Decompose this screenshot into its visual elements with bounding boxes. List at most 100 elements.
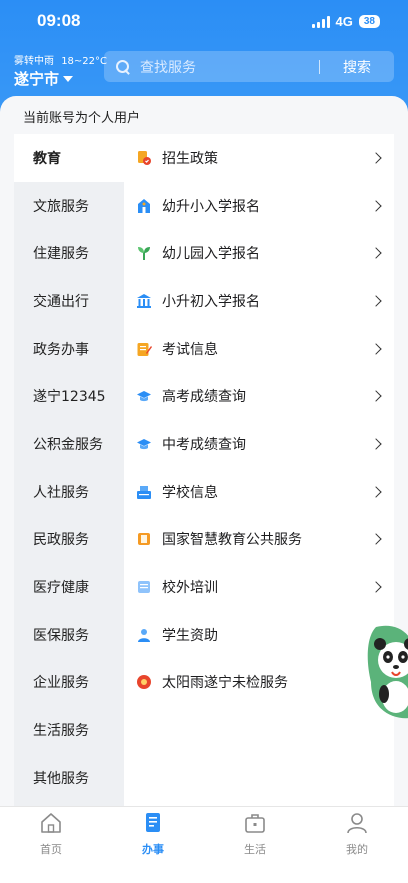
sidebar-item-label: 教育 — [33, 150, 61, 167]
sidebar-item-label: 民政服务 — [33, 532, 89, 549]
sidebar-item-enterprise[interactable]: 企业服务 — [14, 659, 124, 707]
admission-policy-icon — [136, 150, 152, 166]
service-item-zhongkao-score[interactable]: 中考成绩查询 — [124, 420, 394, 468]
service-doc-icon — [141, 812, 165, 838]
service-label: 中考成绩查询 — [162, 436, 246, 453]
sidebar-item-label: 医保服务 — [33, 627, 89, 644]
graduation-cap-icon — [136, 388, 152, 404]
exam-note-icon — [136, 341, 152, 357]
weather-condition: 雾转中雨 — [14, 56, 54, 67]
service-item-primary-enrollment[interactable]: 幼升小入学报名 — [124, 182, 394, 230]
sidebar-item-label: 医疗健康 — [33, 580, 89, 597]
sidebar-item-label: 企业服务 — [33, 675, 89, 692]
sidebar-item-housing-fund[interactable]: 公积金服务 — [14, 420, 124, 468]
sidebar-item-label: 人社服务 — [33, 484, 89, 501]
service-item-student-aid[interactable]: 学生资助 — [124, 611, 394, 659]
tab-label: 办事 — [142, 843, 164, 856]
sidebar-item-civil-affairs[interactable]: 民政服务 — [14, 516, 124, 564]
weather-temperature: 18~22°C — [61, 56, 107, 67]
service-label: 国家智慧教育公共服务 — [162, 532, 302, 549]
sidebar-item-education[interactable]: 教育 — [14, 134, 124, 182]
signal-icon — [311, 15, 330, 28]
service-item-smart-education[interactable]: 国家智慧教育公共服务 — [124, 516, 394, 564]
sidebar-item-label: 政务办事 — [33, 341, 89, 358]
battery-icon: 38 — [358, 15, 380, 28]
service-item-kindergarten-enrollment[interactable]: 幼儿园入学报名 — [124, 229, 394, 277]
service-label: 学生资助 — [162, 627, 218, 644]
caret-down-icon — [63, 75, 74, 82]
service-item-admission-policy[interactable]: 招生政策 — [124, 134, 394, 182]
tab-home[interactable]: 首页 — [0, 807, 102, 883]
service-item-gaokao-score[interactable]: 高考成绩查询 — [124, 372, 394, 420]
tab-label: 首页 — [40, 843, 62, 856]
sidebar-item-life[interactable]: 生活服务 — [14, 706, 124, 754]
sidebar-item-housing[interactable]: 住建服务 — [14, 229, 124, 277]
sidebar-item-transport[interactable]: 交通出行 — [14, 277, 124, 325]
panda-mascot-icon[interactable] — [366, 622, 408, 722]
status-bar: 09:08 4G 38 — [0, 0, 408, 46]
training-icon — [136, 579, 152, 595]
category-sidebar: 教育 文旅服务 住建服务 交通出行 政务办事 遂宁12345 公积金服务 人社服… — [14, 134, 124, 806]
service-label: 高考成绩查询 — [162, 389, 246, 406]
weather-info: 雾转中雨 18~22°C — [14, 52, 107, 67]
tab-life[interactable]: 生活 — [204, 807, 306, 883]
institution-icon — [136, 293, 152, 309]
sidebar-item-label: 文旅服务 — [33, 198, 89, 215]
tab-services[interactable]: 办事 — [102, 807, 204, 883]
sidebar-item-label: 其他服务 — [33, 770, 89, 787]
chevron-right-icon — [370, 533, 382, 546]
status-time: 09:08 — [37, 11, 81, 30]
smart-education-icon — [136, 531, 152, 547]
city-selector[interactable]: 遂宁市 — [14, 68, 107, 89]
service-label: 考试信息 — [162, 341, 218, 358]
service-item-off-campus-training[interactable]: 校外培训 — [124, 563, 394, 611]
city-name: 遂宁市 — [14, 70, 60, 88]
home-icon — [39, 812, 63, 838]
student-aid-icon — [136, 627, 152, 643]
search-icon — [116, 59, 130, 74]
sidebar-item-label: 遂宁12345 — [33, 389, 106, 406]
tab-mine[interactable]: 我的 — [306, 807, 408, 883]
sidebar-item-label: 住建服务 — [33, 246, 89, 263]
sidebar-item-label: 生活服务 — [33, 723, 89, 740]
service-label: 幼儿园入学报名 — [162, 246, 260, 263]
service-item-exam-info[interactable]: 考试信息 — [124, 325, 394, 373]
sidebar-item-hotline-12345[interactable]: 遂宁12345 — [14, 372, 124, 420]
sidebar-item-other[interactable]: 其他服务 — [14, 754, 124, 802]
service-item-school-info[interactable]: 学校信息 — [124, 468, 394, 516]
service-label: 幼升小入学报名 — [162, 198, 260, 215]
network-type: 4G — [335, 14, 353, 29]
bottom-tab-bar: 首页 办事 生活 我的 — [0, 806, 408, 883]
briefcase-icon — [243, 812, 267, 838]
sidebar-item-government[interactable]: 政务办事 — [14, 325, 124, 373]
service-label: 太阳雨遂宁未检服务 — [162, 675, 288, 692]
location-weather[interactable]: 雾转中雨 18~22°C 遂宁市 — [14, 52, 107, 89]
graduation-cap-icon — [136, 436, 152, 452]
search-input[interactable]: 查找服务 — [140, 57, 319, 77]
sidebar-item-healthcare[interactable]: 医疗健康 — [14, 563, 124, 611]
search-button[interactable]: 搜索 — [320, 57, 394, 77]
service-label: 招生政策 — [162, 150, 218, 167]
tab-label: 我的 — [346, 843, 368, 856]
chevron-right-icon — [370, 247, 382, 259]
status-indicators: 4G 38 — [311, 14, 380, 29]
user-icon — [345, 812, 369, 838]
chevron-right-icon — [370, 485, 382, 498]
service-item-middle-enrollment[interactable]: 小升初入学报名 — [124, 277, 394, 325]
sun-service-icon — [136, 674, 152, 690]
search-bar[interactable]: 查找服务 搜索 — [104, 51, 394, 82]
school-building-icon — [136, 198, 152, 214]
chevron-right-icon — [370, 152, 382, 164]
sidebar-item-social-security[interactable]: 人社服务 — [14, 468, 124, 516]
sidebar-item-medical-insurance[interactable]: 医保服务 — [14, 611, 124, 659]
chevron-right-icon — [370, 199, 382, 212]
sidebar-item-culture-tourism[interactable]: 文旅服务 — [14, 182, 124, 230]
service-label: 校外培训 — [162, 580, 218, 597]
chevron-right-icon — [370, 295, 382, 307]
sidebar-item-label: 交通出行 — [33, 293, 89, 310]
service-label: 小升初入学报名 — [162, 293, 260, 310]
school-info-icon — [136, 484, 152, 500]
service-item-sun-rain-service[interactable]: 太阳雨遂宁未检服务 — [124, 659, 394, 707]
chevron-right-icon — [370, 390, 382, 402]
sidebar-item-label: 公积金服务 — [33, 436, 103, 453]
